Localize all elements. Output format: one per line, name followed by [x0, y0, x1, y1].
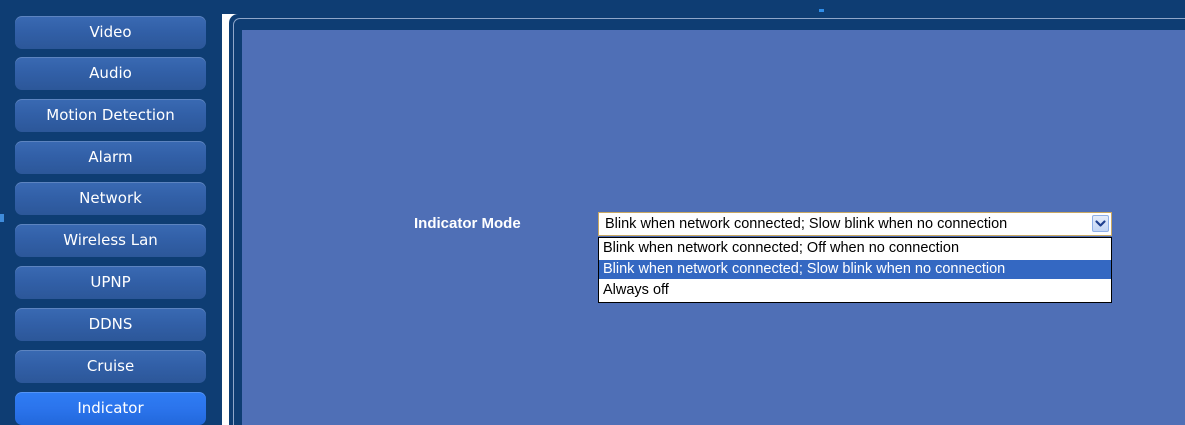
- sidebar-item-motion-detection[interactable]: Motion Detection: [15, 99, 206, 132]
- sidebar-item-network[interactable]: Network: [15, 182, 206, 215]
- indicator-mode-selected-value: Blink when network connected; Slow blink…: [605, 216, 1008, 232]
- sidebar-item-alarm[interactable]: Alarm: [15, 141, 206, 174]
- sidebar-item-cruise[interactable]: Cruise: [15, 350, 206, 383]
- indicator-mode-options: Blink when network connected; Off when n…: [598, 237, 1112, 303]
- sidebar-accent: [0, 214, 4, 222]
- sidebar-item-wireless-lan[interactable]: Wireless Lan: [15, 224, 206, 257]
- indicator-mode-label: Indicator Mode: [414, 215, 521, 232]
- option-off-when-no-connection[interactable]: Blink when network connected; Off when n…: [599, 239, 1111, 258]
- sidebar-item-ddns[interactable]: DDNS: [15, 308, 206, 341]
- indicator-mode-select[interactable]: Blink when network connected; Slow blink…: [598, 212, 1112, 236]
- sidebar-item-indicator[interactable]: Indicator: [15, 392, 206, 425]
- app-window: Video Audio Motion Detection Alarm Netwo…: [0, 0, 1185, 425]
- sidebar: Video Audio Motion Detection Alarm Netwo…: [0, 0, 222, 425]
- chevron-down-icon[interactable]: [1092, 215, 1109, 232]
- sidebar-item-upnp[interactable]: UPNP: [15, 266, 206, 299]
- top-bar: [222, 0, 1185, 14]
- top-bar-marker: [819, 9, 824, 12]
- sidebar-item-video[interactable]: Video: [15, 16, 206, 49]
- option-always-off[interactable]: Always off: [599, 281, 1111, 300]
- option-slow-blink-when-no-connection[interactable]: Blink when network connected; Slow blink…: [599, 260, 1111, 279]
- sidebar-item-audio[interactable]: Audio: [15, 57, 206, 90]
